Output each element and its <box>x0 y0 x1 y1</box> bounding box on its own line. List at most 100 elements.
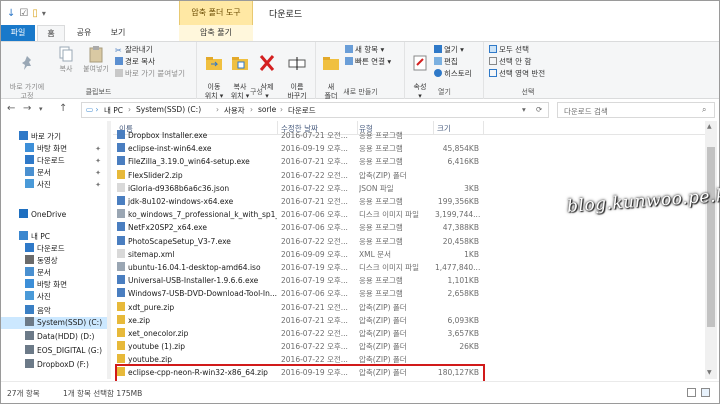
new-folder-icon <box>323 57 339 70</box>
nav-item[interactable]: Data(HDD) (D:) <box>1 331 107 343</box>
pin-icon[interactable]: ✦ <box>95 143 101 155</box>
recent-chevron-icon[interactable]: ▾ <box>39 105 43 113</box>
pin-icon[interactable]: ✦ <box>95 167 101 179</box>
nav-item[interactable]: 내 PC <box>1 231 107 243</box>
table-row[interactable]: FlexSlider2.zip 2016-07-22 오전... 압축(ZIP) 폴… <box>113 169 705 182</box>
file-name: NetFx20SP2_x64.exe <box>117 222 277 234</box>
nav-item[interactable]: OneDrive <box>1 209 107 221</box>
table-row[interactable]: PhotoScapeSetup_V3-7.exe 2016-07-22 오전...… <box>113 235 705 248</box>
file-name: FileZilla_3.19.0_win64-setup.exe <box>117 156 277 168</box>
copy-folder-icon <box>232 57 248 70</box>
tab-home[interactable]: 홈 <box>37 25 65 41</box>
table-row[interactable]: NetFx20SP2_x64.exe 2016-07-06 오후... 응용 프로그… <box>113 222 705 234</box>
table-row[interactable]: Universal-USB-Installer-1.9.6.6.exe 2016-… <box>113 275 705 287</box>
table-row[interactable]: xe.zip 2016-07-21 오후... 압축(ZIP) 폴더 6,093KB <box>113 314 705 327</box>
quick-access-properties-icon[interactable]: ☑ <box>19 8 28 19</box>
nav-item[interactable]: 바탕 화면 ✦ <box>1 143 107 155</box>
nav-item[interactable]: 음악 <box>1 305 107 317</box>
file-size: 20,458KB <box>442 236 479 246</box>
nav-item[interactable]: 문서 ✦ <box>1 167 107 179</box>
address-dropdown-icon[interactable]: ▾ <box>522 105 526 114</box>
large-icons-view-icon[interactable] <box>701 388 710 397</box>
scroll-up-icon[interactable]: ▲ <box>707 123 712 130</box>
select-all-button[interactable]: 모두 선택 <box>489 45 529 55</box>
nav-item[interactable]: 바로 가기 <box>1 131 107 143</box>
table-row[interactable]: xdt_pure.zip 2016-07-21 오전... 압축(ZIP) 폴더 <box>113 301 705 314</box>
table-row[interactable]: Windows7-USB-DVD-Download-Tool-In... 2016… <box>113 288 705 300</box>
nav-item[interactable]: 사진 <box>1 291 107 303</box>
breadcrumb-users[interactable]: 사용자 <box>224 105 245 116</box>
paste-shortcut-icon <box>115 69 123 77</box>
breadcrumb-drive-c[interactable]: System(SSD) (C:) <box>136 105 201 114</box>
nav-item-label: 내 PC <box>31 232 51 241</box>
back-arrow-icon[interactable]: ← <box>7 103 15 114</box>
tab-extract[interactable]: 압축 풀기 <box>179 25 253 41</box>
easy-access-button[interactable]: 빠른 연결 ▾ <box>345 57 391 67</box>
pin-icon[interactable]: ✦ <box>95 179 101 191</box>
nav-item[interactable]: EOS_DIGITAL (G:) <box>1 345 107 357</box>
file-name: youtube (1).zip <box>117 341 277 353</box>
open-button[interactable]: 열기 ▾ <box>434 45 464 55</box>
nav-item-label: 사진 <box>37 292 51 301</box>
table-row[interactable]: sitemap.xml 2016-09-09 오후... XML 문서 1KB <box>113 248 705 261</box>
edit-button[interactable]: 편집 <box>434 57 458 67</box>
copy-button[interactable]: 복사 <box>53 45 79 74</box>
tab-view[interactable]: 보기 <box>103 25 133 41</box>
file-type: XML 문서 <box>359 249 391 259</box>
up-arrow-icon[interactable]: ↑ <box>59 103 67 114</box>
nav-item[interactable]: 문서 <box>1 267 107 279</box>
table-row[interactable]: ubuntu-16.04.1-desktop-amd64.iso 2016-07-… <box>113 262 705 274</box>
file-name-text: ko_windows_7_professional_k_with_sp1_... <box>128 210 277 220</box>
breadcrumb-user[interactable]: sorle <box>258 105 276 114</box>
nav-item[interactable]: System(SSD) (C:) <box>1 317 107 329</box>
search-box[interactable]: 다운로드 검색 ⌕ <box>557 102 715 118</box>
file-date: 2016-07-21 오전... <box>281 302 348 312</box>
address-bar[interactable]: ▭ › 내 PC › System(SSD) (C:) › 사용자 › sorl… <box>81 102 549 118</box>
zip-icon <box>117 328 125 337</box>
table-row[interactable]: FileZilla_3.19.0_win64-setup.exe 2016-07-… <box>113 156 705 168</box>
file-list-scrollbar[interactable]: ▲ ▼ <box>705 121 717 379</box>
select-none-button[interactable]: 선택 안 함 <box>489 57 531 67</box>
table-row[interactable]: Dropbox Installer.exe 2016-07-21 오전... 응용 … <box>113 130 705 142</box>
file-date: 2016-07-22 오전... <box>281 329 348 338</box>
table-row[interactable]: eclipse-inst-win64.exe 2016-09-19 오후... 응용… <box>113 143 705 155</box>
new-item-button[interactable]: 새 항목 ▾ <box>345 45 384 55</box>
breadcrumb-downloads[interactable]: 다운로드 <box>288 105 316 116</box>
quick-access-new-folder-icon[interactable]: ▯ <box>32 8 38 19</box>
copy-path-icon <box>115 57 123 65</box>
nav-scrollbar[interactable] <box>107 121 111 379</box>
open-group-label: 열기 <box>438 88 451 96</box>
search-input[interactable]: 다운로드 검색 <box>564 106 608 117</box>
nav-item[interactable]: 다운로드 ✦ <box>1 155 107 167</box>
paste-shortcut-button[interactable]: 바로 가기 붙여넣기 <box>115 69 185 79</box>
breadcrumb-this-pc[interactable]: 내 PC <box>104 105 123 116</box>
quick-access-dropdown-icon[interactable]: ▾ <box>42 9 46 18</box>
tab-file[interactable]: 파일 <box>1 25 35 41</box>
cut-button[interactable]: ✂ 잘라내기 <box>115 45 153 55</box>
scrollbar-thumb[interactable] <box>707 147 715 327</box>
pin-icon[interactable]: ✦ <box>95 155 101 167</box>
scroll-down-icon[interactable]: ▼ <box>707 369 712 376</box>
history-button[interactable]: 히스토리 <box>434 69 472 79</box>
invert-selection-button[interactable]: 선택 영역 반전 <box>489 69 545 79</box>
forward-arrow-icon[interactable]: → <box>23 103 31 114</box>
quick-access-download-icon[interactable]: ↓ <box>7 8 15 19</box>
clipboard-group: 바로 가기에 고정 복사 붙여넣기 ✂ 잘라내기 경로 복사 바로 가기 붙여넣기… <box>1 42 197 100</box>
search-icon: ⌕ <box>702 105 707 114</box>
details-view-icon[interactable] <box>687 388 696 397</box>
nav-item[interactable]: 사진 ✦ <box>1 179 107 191</box>
zip-icon <box>117 169 125 179</box>
tab-share[interactable]: 공유 <box>69 25 99 41</box>
nav-item[interactable]: DropboxD (F:) <box>1 359 107 371</box>
refresh-icon[interactable]: ⟳ <box>536 105 542 114</box>
exe-icon <box>117 156 125 166</box>
nav-item[interactable]: 동영상 <box>1 255 107 267</box>
table-row[interactable]: youtube (1).zip 2016-07-22 오후... 압축(ZIP) 폴… <box>113 341 705 353</box>
ribbon: 바로 가기에 고정 복사 붙여넣기 ✂ 잘라내기 경로 복사 바로 가기 붙여넣기… <box>1 41 719 100</box>
nav-item[interactable]: 다운로드 <box>1 243 107 255</box>
select-all-icon <box>489 45 497 53</box>
paste-button[interactable]: 붙여넣기 <box>81 45 111 74</box>
table-row[interactable]: xet_onecolor.zip 2016-07-22 오전... 압축(ZIP) … <box>113 328 705 340</box>
copy-path-button[interactable]: 경로 복사 <box>115 57 155 67</box>
nav-item[interactable]: 바탕 화면 <box>1 279 107 291</box>
